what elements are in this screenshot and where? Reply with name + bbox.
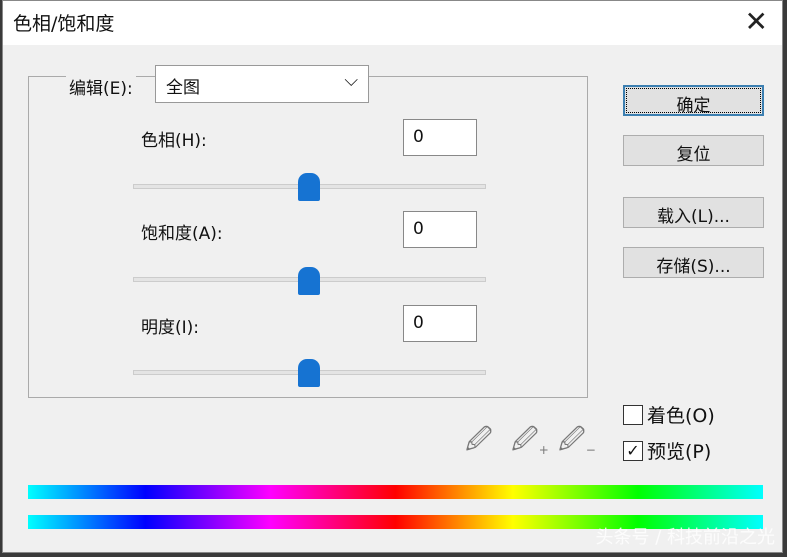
colorize-checkbox[interactable]: 着色(O) <box>623 401 715 428</box>
saturation-input[interactable]: 0 <box>403 211 477 248</box>
lightness-slider-thumb[interactable] <box>298 359 320 387</box>
colorize-label: 着色(O) <box>647 405 715 427</box>
checkbox-checked: ✓ <box>623 440 643 461</box>
checkbox-box <box>623 404 643 425</box>
preview-label: 预览(P) <box>647 441 712 463</box>
saturation-slider-thumb[interactable] <box>298 267 320 295</box>
hue-label: 色相(H): <box>141 131 207 151</box>
saturation-label: 饱和度(A): <box>141 224 223 244</box>
adjust-group <box>28 76 588 398</box>
hue-slider-thumb[interactable] <box>298 173 320 201</box>
eyedropper-icon[interactable]: 🖉 <box>465 421 493 465</box>
eyedropper-add-icon[interactable]: 🖉+ <box>511 421 549 465</box>
ok-button[interactable]: 确定 <box>623 85 764 116</box>
watermark: 头条号 / 科技前沿之光 <box>595 527 775 548</box>
edit-select[interactable]: 全图 ⌵ <box>155 65 369 103</box>
lightness-input[interactable]: 0 <box>403 305 477 342</box>
edit-label: 编辑(E): <box>66 74 136 99</box>
chevron-down-icon: ⌵ <box>344 70 358 91</box>
close-icon[interactable]: ✕ <box>745 5 768 38</box>
hue-input[interactable]: 0 <box>403 119 477 156</box>
title-bar: 色相/饱和度 ✕ <box>3 1 782 45</box>
lightness-label: 明度(I): <box>141 318 200 338</box>
load-button[interactable]: 载入(L)... <box>623 197 764 228</box>
hue-saturation-dialog: 色相/饱和度 ✕ 编辑(E): 全图 ⌵ 色相(H): 0 饱和度(A): 0 明… <box>2 0 783 553</box>
reset-button[interactable]: 复位 <box>623 135 764 166</box>
preview-checkbox[interactable]: ✓ 预览(P) <box>623 437 711 464</box>
save-button[interactable]: 存储(S)... <box>623 247 764 278</box>
input-hue-bar <box>28 485 763 499</box>
edit-value: 全图 <box>166 78 200 98</box>
eyedropper-subtract-icon[interactable]: 🖉− <box>558 421 596 465</box>
dialog-title: 色相/饱和度 <box>13 13 115 35</box>
